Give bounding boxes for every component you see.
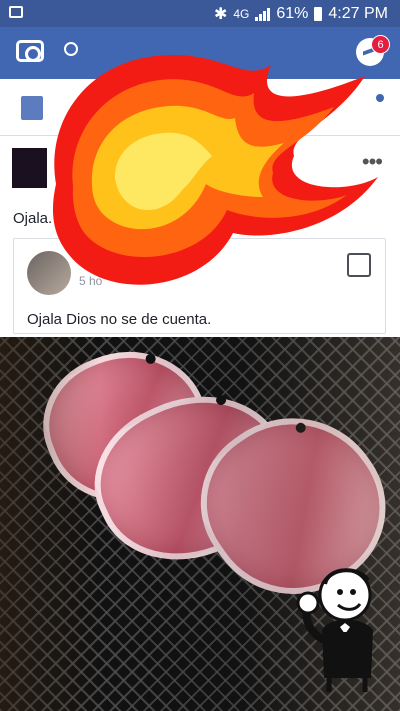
battery-icon xyxy=(314,7,323,21)
battery-label: 61% xyxy=(276,5,309,22)
bluetooth-icon: ✱ xyxy=(213,6,228,23)
status-indicators: ✱ 4G 61% 4:27 PM xyxy=(214,4,388,24)
network-label: 4G xyxy=(233,7,250,21)
image-icon xyxy=(9,6,23,18)
shared-post-text: Ojala Dios no se de cuenta. xyxy=(27,311,212,328)
camera-icon[interactable] xyxy=(16,40,44,62)
signal-icon xyxy=(255,7,271,21)
photo-icon[interactable] xyxy=(21,96,43,120)
waiter-mascot-icon xyxy=(296,568,373,692)
fireball-icon xyxy=(52,55,379,285)
status-bar: ✱ 4G 61% 4:27 PM xyxy=(0,0,400,27)
time: 4:27 PM xyxy=(328,5,388,22)
